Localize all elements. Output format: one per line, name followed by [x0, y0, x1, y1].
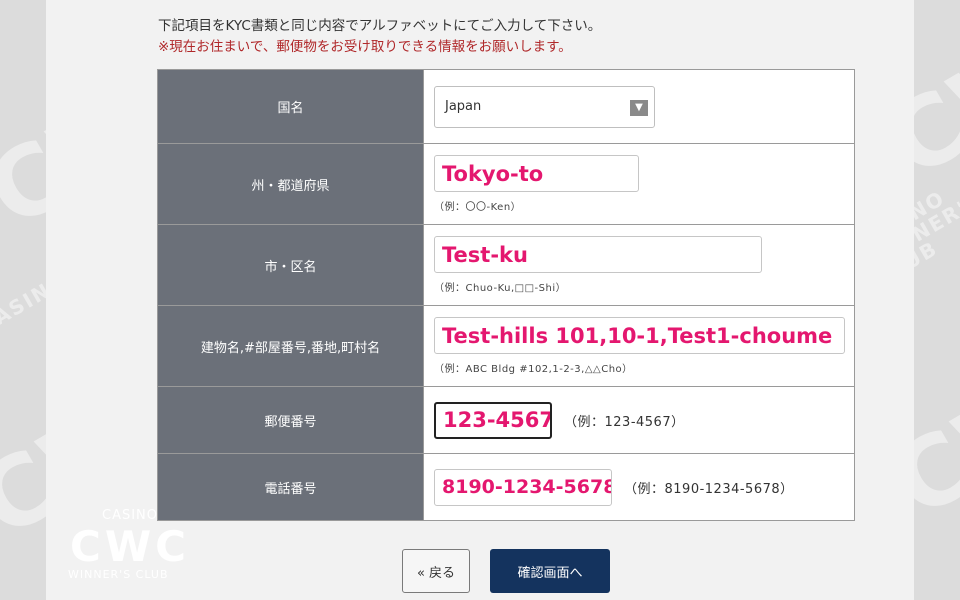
city-input[interactable]: Test-ku [434, 236, 762, 273]
intro-notice: ※現在お住まいで、郵便物をお受け取りできる情報をお願いします。 [158, 39, 572, 55]
confirm-button[interactable]: 確認画面へ [490, 549, 610, 593]
phone-example: （例：8190-1234-5678） [624, 481, 794, 497]
state-example: （例：〇〇-Ken） [434, 202, 522, 213]
state-label: 州・都道府県 [157, 143, 424, 225]
phone-label: 電話番号 [157, 453, 424, 521]
chevron-down-icon: ▼ [630, 99, 648, 116]
postal-label: 郵便番号 [157, 386, 424, 454]
state-input[interactable]: Tokyo-to [434, 155, 639, 192]
address-example: （例：ABC Bldg #102,1-2-3,△△Cho） [434, 364, 633, 375]
address-input[interactable]: Test-hills 101,10-1,Test1-choume [434, 317, 845, 354]
logo-casino-text: CASINO [102, 508, 159, 523]
cwc-logo: CASINO CWC WINNER'S CLUB [66, 508, 196, 588]
logo-winners-club-text: WINNER'S CLUB [68, 568, 169, 581]
address-form: 国名 Japan ▼ 州・都道府県 Tokyo-to （例：〇〇-Ken） 市・… [157, 69, 855, 521]
postal-input[interactable]: 123-4567 [434, 401, 552, 439]
country-select[interactable]: Japan ▼ [434, 85, 655, 128]
postal-example: （例：123-4567） [564, 414, 685, 430]
address-label: 建物名,#部屋番号,番地,町村名 [157, 305, 424, 387]
phone-input[interactable]: 8190-1234-5678 [434, 468, 612, 506]
intro-text: 下記項目をKYC書類と同じ内容でアルファベットにてご入力して下さい。 ※現在お住… [158, 16, 601, 58]
country-select-value: Japan [445, 99, 482, 114]
back-button[interactable]: « 戻る [402, 549, 470, 593]
city-example: （例：Chuo-Ku,□□-Shi） [434, 283, 567, 294]
city-label: 市・区名 [157, 224, 424, 306]
logo-cwc-text: CWC [70, 522, 190, 571]
intro-instruction: 下記項目をKYC書類と同じ内容でアルファベットにてご入力して下さい。 [158, 18, 602, 34]
country-label: 国名 [157, 69, 424, 144]
